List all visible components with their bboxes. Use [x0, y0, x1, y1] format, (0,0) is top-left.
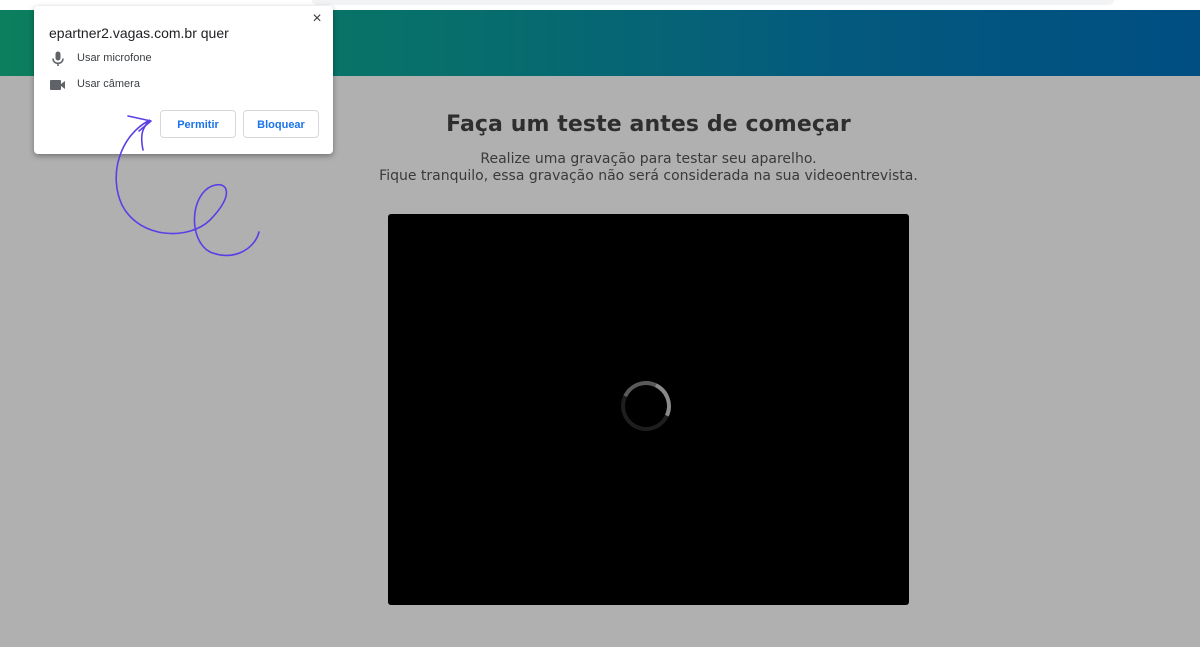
subtitle-line-2: Fique tranquilo, essa gravação não será … — [379, 168, 918, 184]
camera-icon — [50, 80, 65, 90]
loading-spinner-icon — [613, 373, 679, 439]
close-icon[interactable]: × — [309, 11, 325, 27]
page-main: Faça um teste antes de começar Realize u… — [0, 76, 1200, 647]
page-subtitle: Realize uma gravação para testar seu apa… — [0, 151, 1200, 185]
block-button[interactable]: Bloquear — [243, 110, 319, 138]
allow-button[interactable]: Permitir — [160, 110, 236, 138]
permission-label-microphone: Usar microfone — [77, 52, 152, 64]
microphone-icon — [52, 51, 64, 66]
video-preview — [388, 214, 909, 605]
permission-label-camera: Usar câmera — [77, 78, 140, 90]
popup-title: epartner2.vagas.com.br quer — [49, 25, 229, 41]
address-bar[interactable] — [312, 0, 1114, 5]
permission-popup: × epartner2.vagas.com.br quer Usar micro… — [34, 6, 333, 154]
